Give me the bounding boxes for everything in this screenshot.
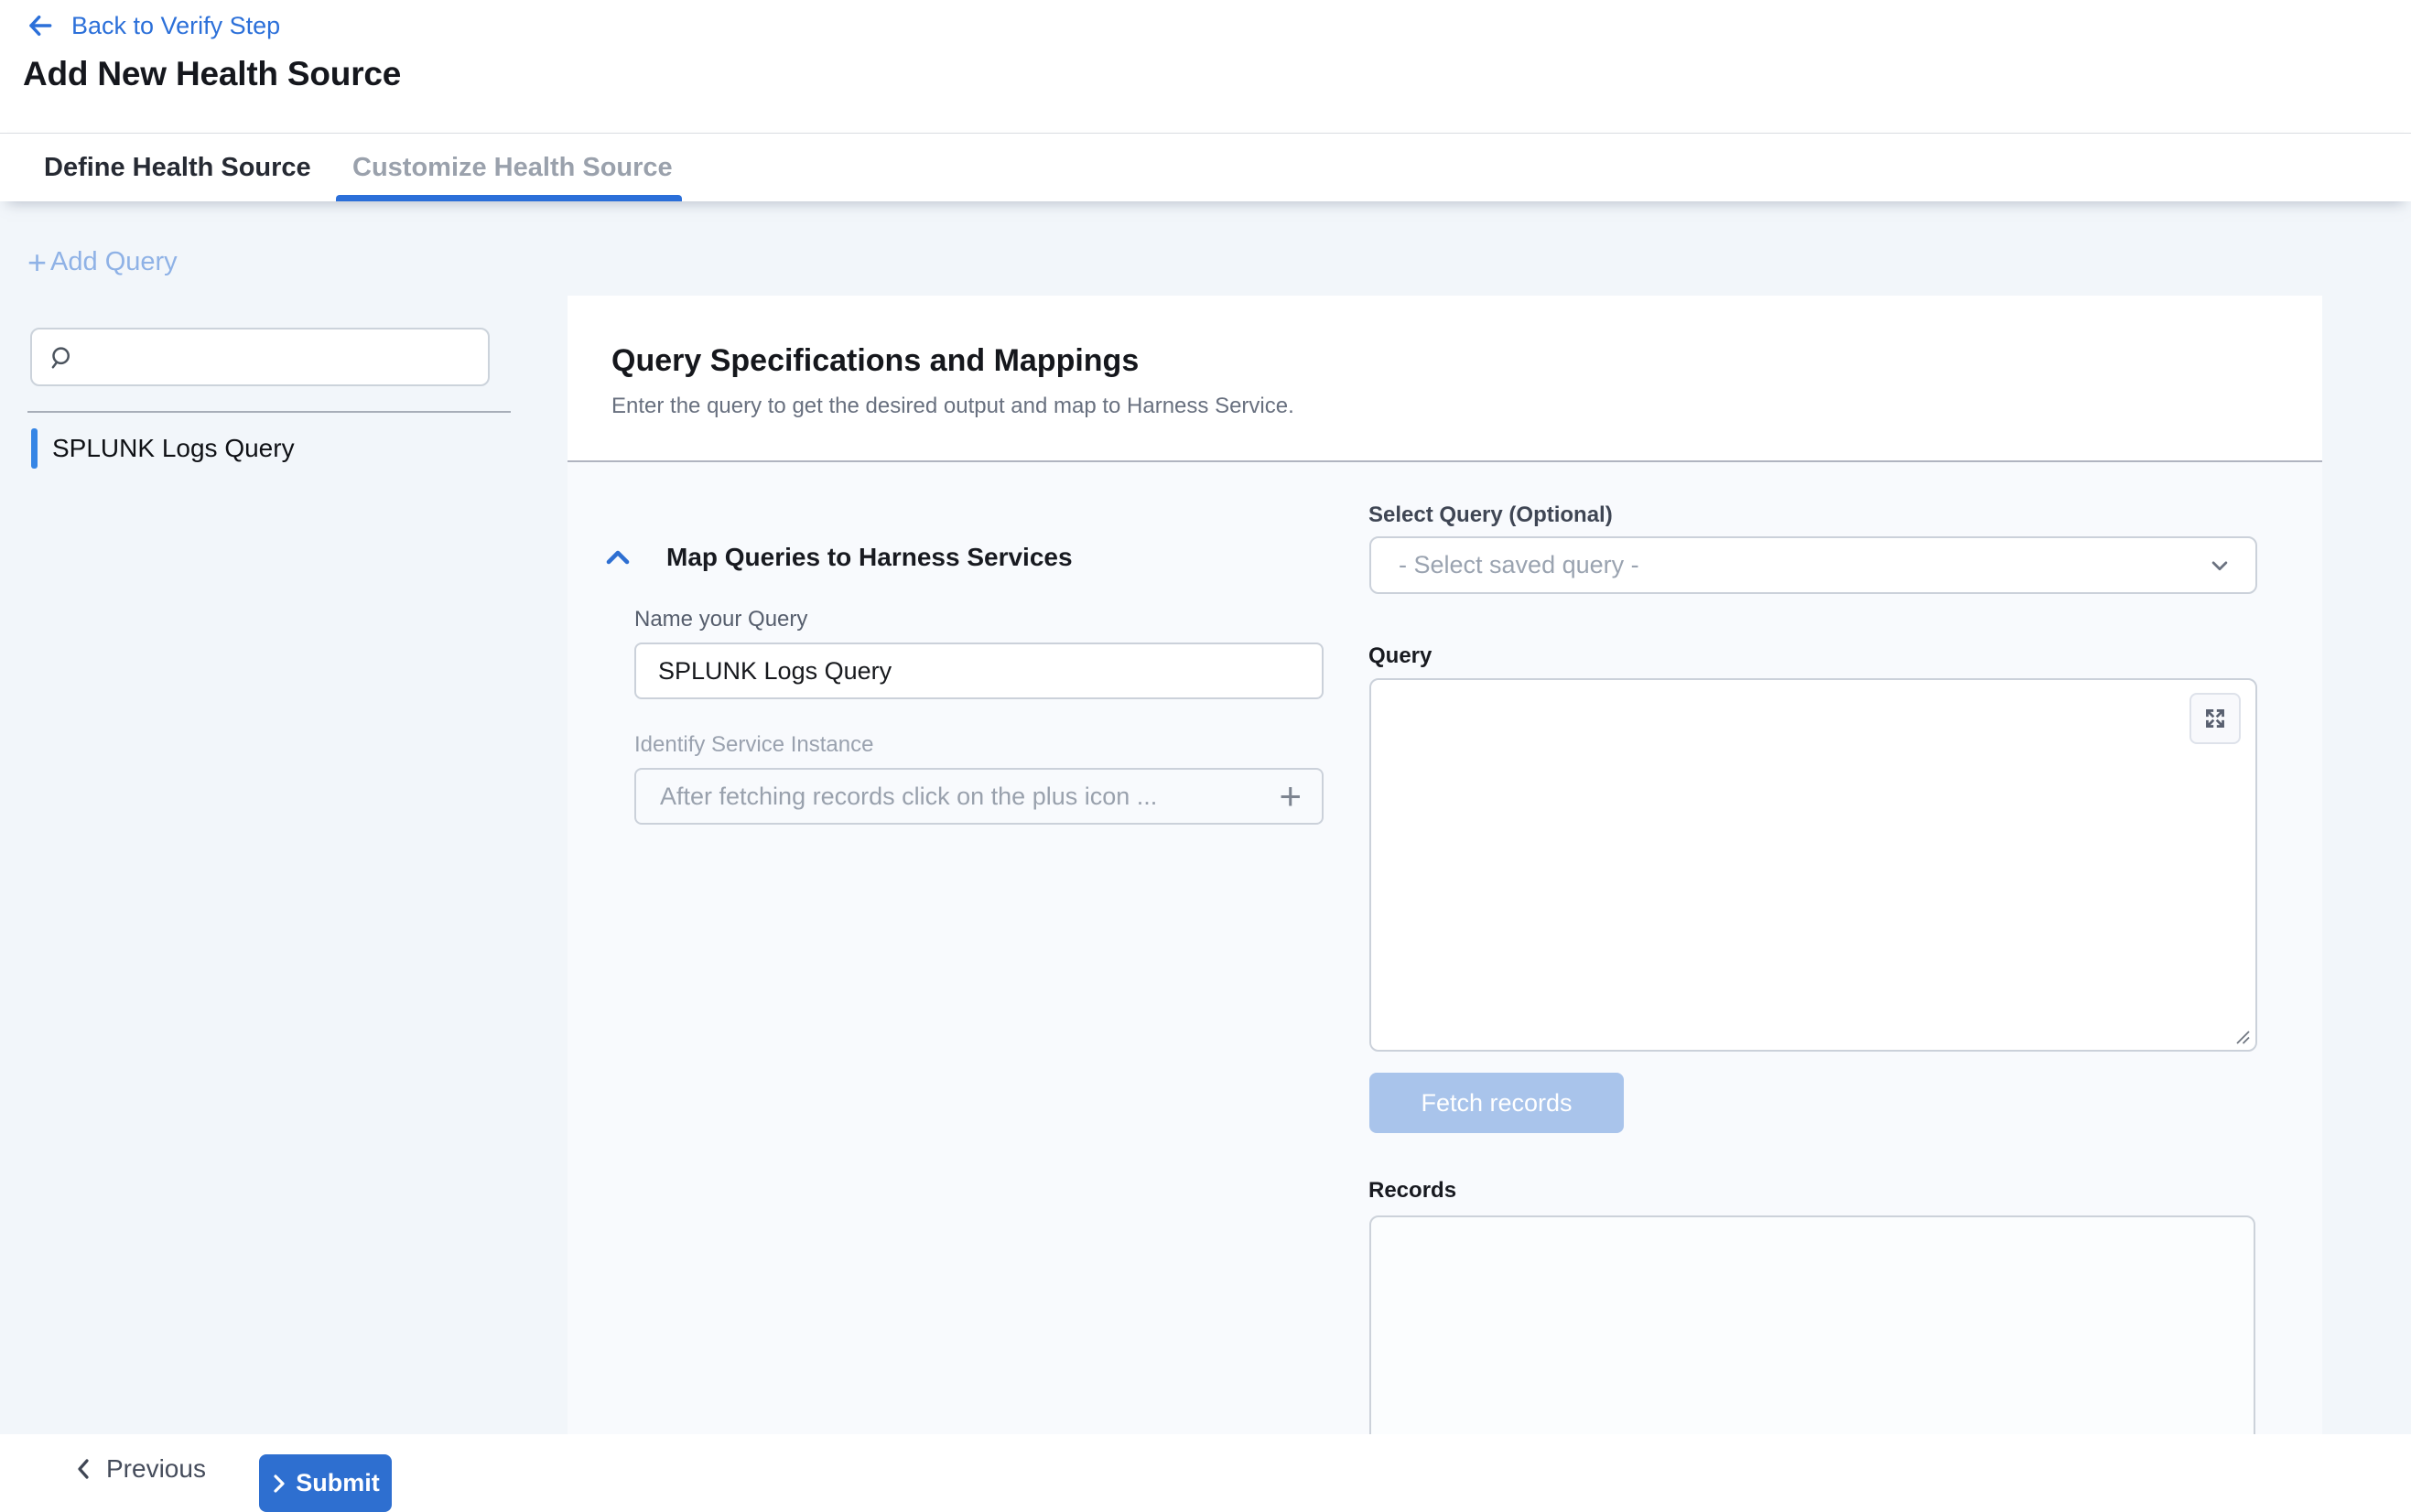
back-link-label: Back to Verify Step [71,12,280,40]
expand-query-button[interactable] [2189,693,2241,744]
search-icon [47,343,74,371]
submit-button-label: Submit [296,1469,380,1497]
name-your-query-label: Name your Query [634,607,807,632]
footer-bar: Previous Submit [0,1434,2411,1508]
add-new-health-source-page: { "colors": { "accent_blue": "#2c70d9", … [0,0,2411,1508]
tab-customize-health-source[interactable]: Customize Health Source [352,134,673,201]
content-area: + Add Query SPLUNK Logs Query Query Spec… [0,200,2411,1434]
query-textarea[interactable] [1371,680,2255,1050]
back-link[interactable]: Back to Verify Step [26,11,280,40]
map-queries-heading: Map Queries to Harness Services [666,543,1073,572]
query-name-input[interactable] [634,643,1324,699]
plus-icon: + [27,249,47,275]
records-box [1369,1215,2255,1434]
search-input[interactable] [85,342,473,373]
chevron-right-icon [271,1473,287,1495]
service-instance-field: + [634,768,1324,825]
page-title: Add New Health Source [23,55,401,93]
tab-define-health-source[interactable]: Define Health Source [44,134,311,201]
select-query-label: Select Query (Optional) [1368,502,1613,528]
resize-grip-icon[interactable] [2234,1029,2251,1045]
panel-subtitle: Enter the query to get the desired outpu… [611,394,2322,419]
query-editor-box [1369,678,2257,1052]
saved-query-dropdown-value: - Select saved query - [1399,551,2206,579]
selected-indicator-bar [31,428,38,469]
add-query-label: Add Query [50,247,178,277]
chevron-down-icon [2206,552,2233,579]
arrow-left-icon [26,11,55,40]
collapse-section-button[interactable] [604,545,632,569]
sidebar-divider [27,411,511,413]
query-search-box [30,328,490,386]
query-label: Query [1368,643,1432,669]
map-queries-section-header: Map Queries to Harness Services [604,543,1073,572]
submit-button[interactable]: Submit [259,1454,392,1512]
records-label: Records [1368,1178,1456,1204]
fetch-records-button[interactable]: Fetch records [1369,1073,1624,1133]
add-query-button[interactable]: + Add Query [27,247,178,277]
add-service-instance-plus-icon[interactable]: + [1275,777,1305,815]
panel-header: Query Specifications and Mappings Enter … [568,296,2322,419]
identify-service-instance-label: Identify Service Instance [634,732,873,758]
saved-query-dropdown[interactable]: - Select saved query - [1369,536,2257,594]
query-form-area: Map Queries to Harness Services Name you… [568,462,2322,1434]
previous-button[interactable]: Previous [73,1434,206,1504]
panel-title: Query Specifications and Mappings [611,343,2322,379]
query-specifications-panel: Query Specifications and Mappings Enter … [568,296,2322,1434]
tab-bar: Define Health Source Customize Health So… [0,133,2411,201]
service-instance-input[interactable] [658,782,1275,812]
query-item-label: SPLUNK Logs Query [52,434,295,463]
active-tab-underline [336,195,682,201]
chevron-left-icon [73,1457,93,1481]
previous-button-label: Previous [106,1454,206,1484]
query-list-item[interactable]: SPLUNK Logs Query [31,427,507,470]
